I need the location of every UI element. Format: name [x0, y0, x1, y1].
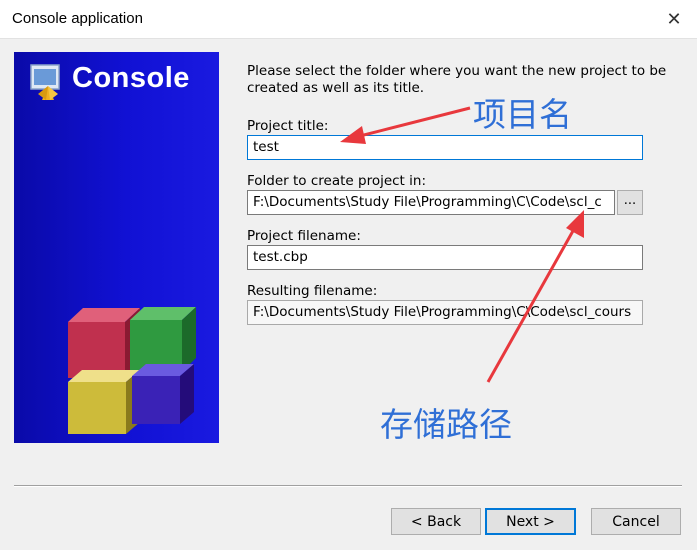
close-icon[interactable]: ✕ [651, 0, 697, 38]
folder-label: Folder to create project in: [247, 173, 427, 189]
banner-title: Console [72, 62, 190, 94]
window-title: Console application [12, 10, 143, 27]
arrow-to-folder [486, 210, 584, 383]
back-button[interactable]: < Back [391, 508, 481, 535]
app-console-icon [30, 64, 60, 100]
cancel-button[interactable]: Cancel [591, 508, 681, 535]
annotation-storage-path: 存储路径 [380, 405, 512, 444]
folder-input[interactable]: F:\Documents\Study File\Programming\C\Co… [247, 190, 615, 215]
project-filename-input[interactable]: test.cbp [247, 245, 643, 270]
footer-separator [14, 485, 682, 487]
wizard-banner: Console [14, 52, 219, 443]
resulting-filename-field: F:\Documents\Study File\Programming\C\Co… [247, 300, 643, 325]
title-bar: Console application ✕ [0, 0, 697, 39]
project-filename-label: Project filename: [247, 228, 361, 244]
annotation-project-name: 项目名 [473, 95, 572, 134]
browse-folder-button[interactable]: ... [617, 190, 643, 215]
next-button[interactable]: Next > [485, 508, 576, 535]
project-title-label: Project title: [247, 118, 329, 134]
instructions-text: Please select the folder where you want … [247, 63, 667, 96]
project-title-input[interactable]: test [247, 135, 643, 160]
codeblocks-cubes-logo [68, 307, 196, 434]
resulting-filename-label: Resulting filename: [247, 283, 378, 299]
